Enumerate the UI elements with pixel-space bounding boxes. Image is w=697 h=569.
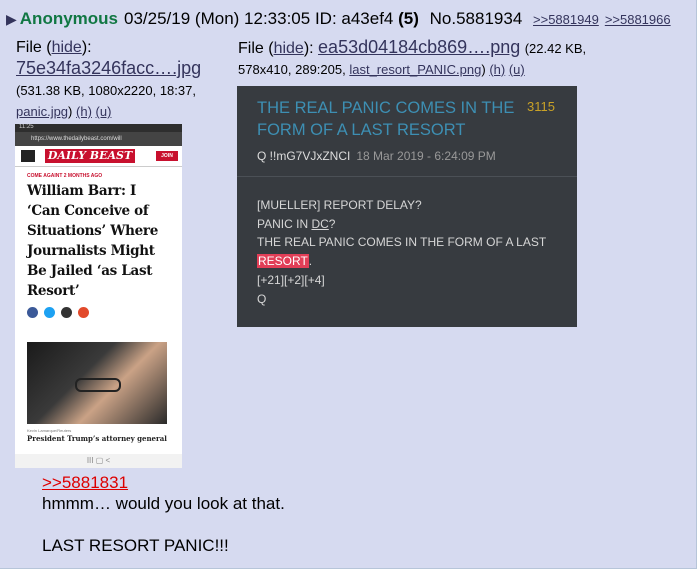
- site-logo: DAILY BEAST: [45, 149, 135, 163]
- q-text: DC: [311, 216, 329, 231]
- original-filename-link[interactable]: last_resort_PANIC.png: [349, 62, 481, 77]
- file-label-suffix: ):: [303, 40, 314, 57]
- image-search-u-link[interactable]: (u): [96, 104, 112, 119]
- q-line: [+21][+2][+4]: [257, 272, 325, 287]
- join-button: JOIN: [156, 151, 178, 161]
- q-text: .: [308, 254, 313, 269]
- q-line: PANIC IN DC?: [257, 215, 567, 234]
- site-header: DAILY BEAST JOIN: [15, 146, 182, 167]
- file-info-2: File (hide): ea53d04184cb869….png (22.42…: [238, 37, 658, 80]
- hide-file-link[interactable]: hide: [52, 39, 82, 56]
- twitter-icon: [44, 307, 55, 318]
- image-search-u-link[interactable]: (u): [509, 62, 525, 77]
- file-name-link[interactable]: 75e34fa3246facc….jpg: [16, 58, 201, 78]
- post-reply: ▶ Anonymous 03/25/19 (Mon) 12:33:05 ID: a4…: [0, 0, 697, 569]
- photo-credit: Kevin Lamarque/Reuters: [27, 428, 72, 433]
- hide-file-link[interactable]: hide: [274, 40, 304, 57]
- article-subtext: President Trump’s attorney general: [27, 434, 167, 443]
- post-number[interactable]: No.5881934: [430, 9, 523, 28]
- article-headline: William Barr: I ‘Can Conceive of Situati…: [27, 183, 159, 299]
- reddit-icon: [78, 307, 89, 318]
- file-label-suffix: ):: [81, 39, 92, 56]
- q-line: Q: [257, 291, 267, 306]
- hamburger-menu-icon: [21, 150, 35, 162]
- file-meta: (22.42 KB,: [524, 41, 587, 56]
- quote-link[interactable]: >>5881831: [42, 473, 128, 492]
- file-meta: (531.38 KB, 1080x2220, 18:37,: [16, 83, 196, 98]
- thumbnail-image-2[interactable]: THE REAL PANIC COMES IN THE FORM OF A LA…: [237, 86, 577, 327]
- article-kicker: COME AGAINT 2 MONTHS AGO: [27, 173, 103, 179]
- file-meta-close: ): [68, 104, 73, 119]
- q-text: PANIC IN: [257, 216, 312, 231]
- post-header: ▶ Anonymous 03/25/19 (Mon) 12:33:05 ID: a4…: [6, 9, 671, 29]
- post-message: >>5881831 hmmm… would you look at that. …: [42, 472, 285, 556]
- image-search-h-link[interactable]: (h): [76, 104, 92, 119]
- phone-status-bar: 11:25: [15, 124, 182, 132]
- glasses-shape: [75, 378, 121, 392]
- file-meta: 578x410, 289:205,: [238, 62, 346, 77]
- file-name-link[interactable]: ea53d04184cb869….png: [318, 37, 520, 57]
- file-meta-close: ): [481, 62, 486, 77]
- phone-url-bar: https://www.thedailybeast.com/will: [15, 132, 182, 146]
- divider: [237, 176, 577, 177]
- thumbnail-image-1[interactable]: 11:25 https://www.thedailybeast.com/will…: [15, 124, 182, 468]
- phone-url: https://www.thedailybeast.com/will: [31, 136, 122, 142]
- q-post-number: 3115: [527, 99, 555, 114]
- highlighted-word: RESORT: [257, 254, 309, 269]
- q-text: ?: [328, 216, 336, 231]
- message-line: LAST RESORT PANIC!!!: [42, 536, 229, 555]
- message-line: hmmm… would you look at that.: [42, 494, 285, 513]
- facebook-icon: [27, 307, 38, 318]
- file-info-1: File (hide): 75e34fa3246facc….jpg (531.3…: [16, 37, 231, 122]
- post-datetime: 03/25/19 (Mon) 12:33:05: [124, 9, 311, 28]
- phone-nav-bar: III ▢ <: [15, 454, 182, 468]
- q-post-title: THE REAL PANIC COMES IN THE FORM OF A LA…: [257, 99, 515, 139]
- poster-id[interactable]: ID: a43ef4: [315, 9, 393, 28]
- q-post-body: [MUELLER] REPORT DELAY? PANIC IN DC? THE…: [257, 196, 567, 308]
- q-line: THE REAL PANIC COMES IN THE FORM OF A LA…: [257, 235, 547, 250]
- image-search-h-link[interactable]: (h): [489, 62, 505, 77]
- post-menu-triangle-icon[interactable]: ▶: [6, 11, 17, 27]
- q-post-author: Q !!mG7VJxZNCI: [257, 149, 351, 163]
- q-post-date: 18 Mar 2019 - 6:24:09 PM: [356, 149, 496, 163]
- share-icons: [27, 307, 170, 318]
- poster-id-count: (5): [398, 9, 419, 28]
- q-line: [MUELLER] REPORT DELAY?: [257, 198, 422, 212]
- poster-name: Anonymous: [19, 9, 119, 28]
- file-label: File (: [16, 39, 52, 56]
- q-post-meta: Q !!mG7VJxZNCI 18 Mar 2019 - 6:24:09 PM: [257, 149, 496, 163]
- original-filename-link[interactable]: panic.jpg: [16, 104, 68, 119]
- file-label: File (: [238, 40, 274, 57]
- backlink[interactable]: >>5881949: [533, 12, 599, 27]
- q-line: RESORT.: [257, 252, 567, 271]
- article-photo: [27, 342, 167, 424]
- email-icon: [61, 307, 72, 318]
- backlink[interactable]: >>5881966: [605, 12, 671, 27]
